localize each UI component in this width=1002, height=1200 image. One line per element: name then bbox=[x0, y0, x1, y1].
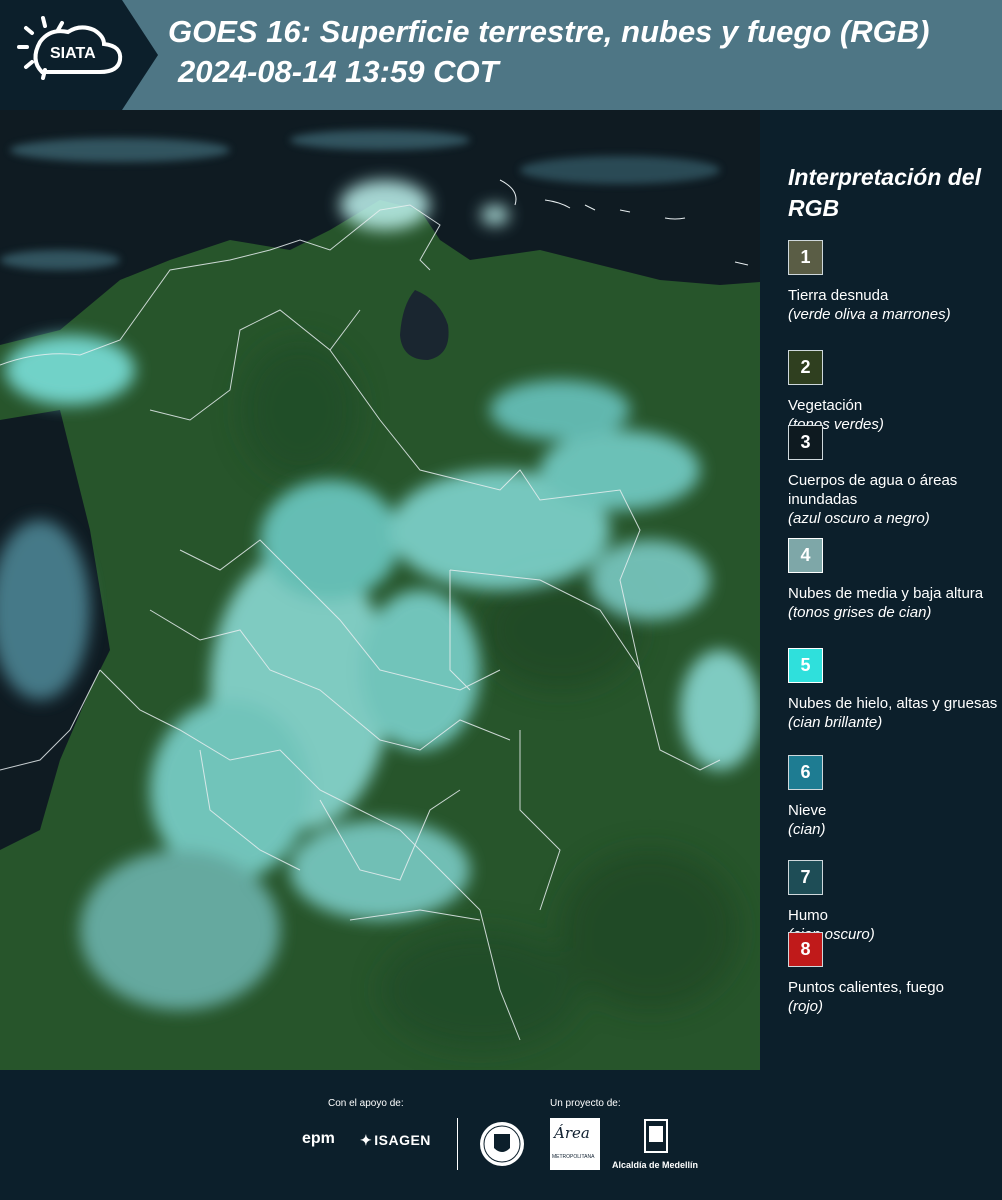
alcaldia-label: Alcaldía de Medellín bbox=[612, 1160, 699, 1170]
legend-description: (rojo) bbox=[788, 998, 824, 1015]
legend-description: (cian) bbox=[788, 821, 826, 838]
satellite-map bbox=[0, 110, 760, 1070]
project-label: Un proyecto de: bbox=[550, 1098, 621, 1109]
legend-item: 3 Cuerpos de agua o áreas inundadas (azul … bbox=[788, 425, 998, 528]
legend-item: 1 Tierra desnuda (verde oliva a marrones) bbox=[788, 240, 998, 324]
page-title: GOES 16: Superficie terrestre, nubes y f… bbox=[168, 14, 930, 49]
legend-description: (cian brillante) bbox=[788, 714, 883, 731]
legend-panel: Interpretación del RGB 1 Tierra desnuda (v… bbox=[770, 110, 1002, 1070]
legend-description: (azul oscuro a negro) bbox=[788, 510, 930, 527]
legend-title: Interpretación del RGB bbox=[788, 164, 981, 221]
legend-swatch: 2 bbox=[788, 350, 823, 385]
epm-logo: epm bbox=[302, 1130, 335, 1147]
legend-swatch: 1 bbox=[788, 240, 823, 275]
area-metropolitana-subtitle: METROPOLITANA bbox=[552, 1154, 595, 1160]
legend-swatch: 8 bbox=[788, 932, 823, 967]
area-metropolitana-logo: Área METROPOLITANA bbox=[550, 1118, 600, 1170]
legend-swatch: 3 bbox=[788, 425, 823, 460]
legend-item: 6 Nieve (cian) bbox=[788, 755, 998, 839]
legend-item: 4 Nubes de media y baja altura (tonos gris… bbox=[788, 538, 998, 622]
legend-swatch: 5 bbox=[788, 648, 823, 683]
legend-label: Puntos calientes, fuego bbox=[788, 979, 944, 996]
isagen-logo: ✦ ISAGEN bbox=[360, 1132, 431, 1149]
header-bar: SIATA GOES 16: Superficie terrestre, nub… bbox=[0, 0, 1002, 110]
area-metropolitana-word: Área bbox=[554, 1124, 590, 1142]
legend-label: Humo bbox=[788, 907, 829, 924]
support-label: Con el apoyo de: bbox=[328, 1098, 404, 1109]
legend-item: 5 Nubes de hielo, altas y gruesas (cian br… bbox=[788, 648, 998, 732]
legend-label: Nubes de hielo, altas y gruesas bbox=[788, 695, 998, 712]
legend-label: Vegetación bbox=[788, 397, 863, 414]
isagen-logo-text: ISAGEN bbox=[374, 1132, 431, 1148]
alcaldia-shield-icon bbox=[644, 1119, 668, 1153]
footer: Con el apoyo de: Un proyecto de: epm ✦ IS… bbox=[0, 1070, 1002, 1200]
legend-item: 2 Vegetación (tonos verdes) bbox=[788, 350, 998, 434]
siata-logo-text: SIATA bbox=[50, 45, 96, 62]
footer-divider bbox=[457, 1118, 458, 1170]
legend-swatch: 6 bbox=[788, 755, 823, 790]
legend-label: Tierra desnuda bbox=[788, 287, 889, 304]
medellin-seal-logo bbox=[480, 1122, 524, 1166]
legend-description: (verde oliva a marrones) bbox=[788, 306, 951, 323]
legend-label: Cuerpos de agua o áreas inundadas bbox=[788, 472, 958, 508]
legend-label: Nieve bbox=[788, 802, 827, 819]
legend-swatch: 7 bbox=[788, 860, 823, 895]
page-timestamp: 2024-08-14 13:59 COT bbox=[178, 54, 499, 89]
legend-item: 8 Puntos calientes, fuego (rojo) bbox=[788, 932, 998, 1016]
siata-logo: SIATA bbox=[0, 0, 158, 110]
legend-label: Nubes de media y baja altura bbox=[788, 585, 984, 602]
legend-description: (tonos grises de cian) bbox=[788, 604, 932, 621]
isagen-star-icon: ✦ bbox=[360, 1132, 373, 1148]
legend-swatch: 4 bbox=[788, 538, 823, 573]
